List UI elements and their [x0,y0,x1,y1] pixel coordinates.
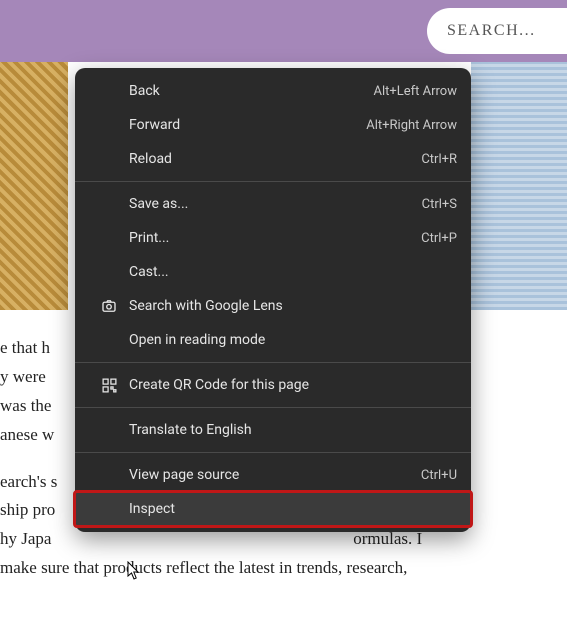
menu-reading-mode[interactable]: Open in reading mode [75,323,471,357]
menu-label: Open in reading mode [129,332,457,348]
menu-label: Save as... [129,196,422,212]
search-input[interactable]: SEARCH... [427,8,567,54]
menu-reload[interactable]: Reload Ctrl+R [75,142,471,176]
menu-label: Forward [129,117,366,133]
top-bar: SEARCH... [0,0,567,62]
search-placeholder: SEARCH... [447,22,536,40]
menu-shortcut: Ctrl+P [421,231,457,246]
menu-shortcut: Alt+Right Arrow [366,118,457,133]
menu-separator [75,407,471,408]
menu-google-lens[interactable]: Search with Google Lens [75,289,471,323]
menu-save-as[interactable]: Save as... Ctrl+S [75,187,471,221]
menu-shortcut: Ctrl+S [422,197,457,212]
menu-cast[interactable]: Cast... [75,255,471,289]
menu-label: Translate to English [129,422,457,438]
menu-label: Cast... [129,264,457,280]
qr-code-icon [89,377,129,394]
menu-label: View page source [129,467,421,483]
menu-forward[interactable]: Forward Alt+Right Arrow [75,108,471,142]
article-line: make sure that products reflect the late… [0,554,567,583]
menu-inspect[interactable]: Inspect [75,492,471,526]
menu-translate[interactable]: Translate to English [75,413,471,447]
menu-separator [75,452,471,453]
camera-icon [89,297,129,315]
menu-label: Search with Google Lens [129,298,457,314]
menu-label: Back [129,83,373,99]
menu-label: Inspect [129,501,457,517]
menu-shortcut: Alt+Left Arrow [373,84,457,99]
menu-view-source[interactable]: View page source Ctrl+U [75,458,471,492]
menu-print[interactable]: Print... Ctrl+P [75,221,471,255]
menu-shortcut: Ctrl+U [421,468,457,483]
menu-separator [75,362,471,363]
menu-separator [75,181,471,182]
hero-image-left [0,62,68,310]
menu-back[interactable]: Back Alt+Left Arrow [75,74,471,108]
menu-qr-code[interactable]: Create QR Code for this page [75,368,471,402]
hero-image-right [471,62,567,310]
menu-shortcut: Ctrl+R [421,152,457,167]
menu-label: Create QR Code for this page [129,377,457,393]
menu-label: Print... [129,230,421,246]
context-menu: Back Alt+Left Arrow Forward Alt+Right Ar… [75,68,471,532]
menu-label: Reload [129,151,421,167]
